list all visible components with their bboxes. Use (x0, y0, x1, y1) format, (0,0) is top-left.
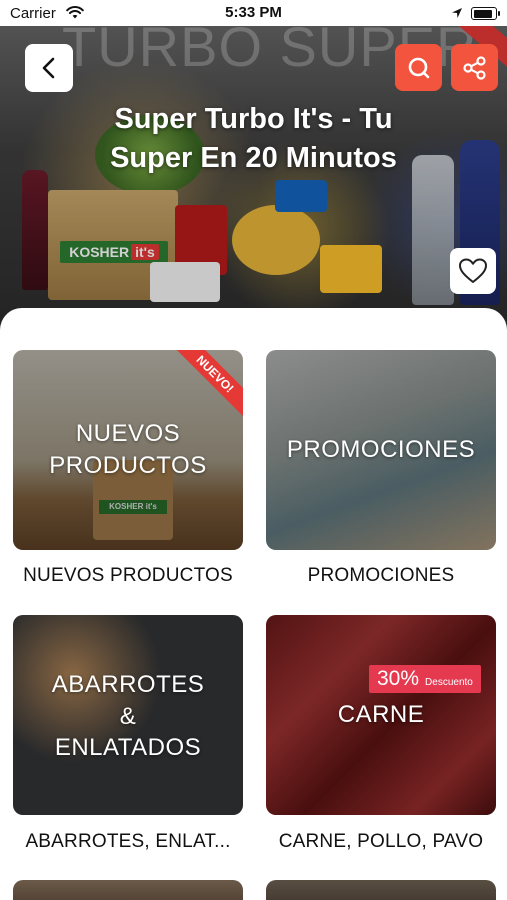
category-card-carne[interactable]: 30% Descuento CARNE (266, 615, 496, 815)
share-icon (462, 55, 486, 80)
share-button[interactable] (451, 44, 498, 91)
store-title: Super Turbo It's - Tu Super En 20 Minuto… (110, 103, 397, 174)
location-arrow-icon (452, 8, 462, 18)
back-button[interactable] (25, 44, 73, 92)
card-label-line1: ABARROTES (51, 671, 205, 698)
heart-icon (459, 258, 487, 283)
discount-badge: 30% Descuento (369, 665, 481, 693)
category-caption-nuevos-productos[interactable]: NUEVOS PRODUCTOS (3, 565, 253, 587)
search-button[interactable] (395, 44, 442, 91)
status-bar: Carrier 5:33 PM (0, 0, 507, 26)
card-label-line2: & (119, 703, 137, 730)
category-card-partial[interactable] (266, 880, 496, 900)
category-caption-carne[interactable]: CARNE, POLLO, PAVO (256, 831, 506, 853)
search-icon (408, 57, 429, 78)
chevron-left-icon (42, 57, 55, 79)
category-card-promociones[interactable]: PROMOCIONES (266, 350, 496, 550)
favorite-button[interactable] (450, 248, 496, 294)
card-label-line2: PRODUCTOS (49, 452, 207, 479)
card-label-line1: PROMOCIONES (286, 436, 476, 463)
category-caption-abarrotes[interactable]: ABARROTES, ENLAT... (3, 831, 253, 853)
category-card-partial[interactable] (13, 880, 243, 900)
card-label-line1: CARNE (337, 701, 425, 728)
category-caption-promociones[interactable]: PROMOCIONES (256, 565, 506, 587)
category-card-abarrotes[interactable]: ABARROTES & ENLATADOS (13, 615, 243, 815)
battery-icon (471, 7, 500, 20)
clock: 5:33 PM (225, 4, 282, 21)
card-label-line1: NUEVOS (75, 420, 181, 447)
category-card-nuevos-productos[interactable]: KOSHER it's NUEVOS PRODUCTOS NUEVO! (13, 350, 243, 550)
card-label-line3: ENLATADOS (54, 734, 202, 761)
